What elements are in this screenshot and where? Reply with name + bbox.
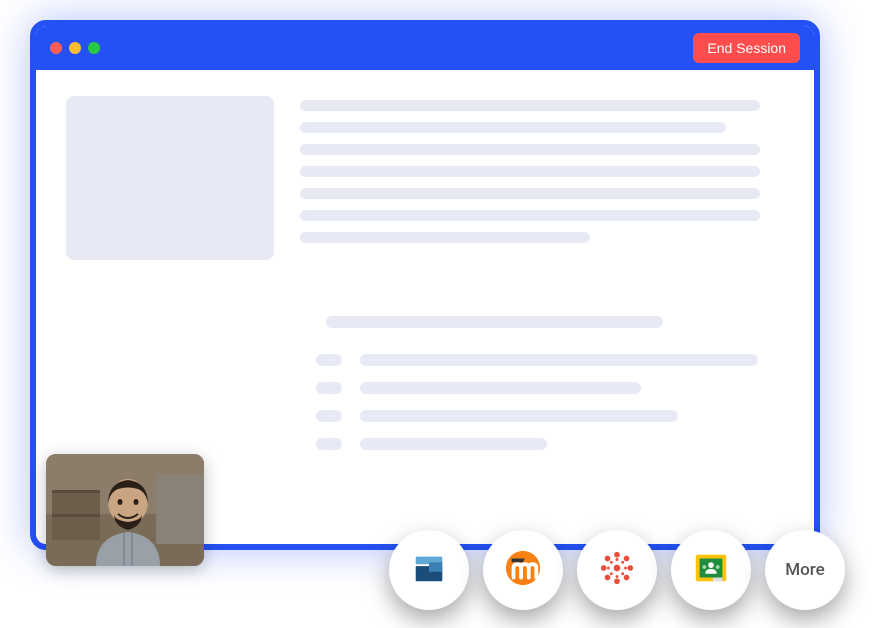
integration-google-classroom[interactable] bbox=[671, 530, 751, 610]
placeholder-line bbox=[360, 410, 678, 422]
bullet-placeholder bbox=[316, 438, 342, 450]
google-classroom-icon bbox=[692, 549, 730, 591]
placeholder-line bbox=[300, 166, 760, 177]
placeholder-line bbox=[300, 144, 760, 155]
schoology-icon bbox=[410, 549, 448, 591]
window-controls bbox=[50, 42, 100, 54]
integration-canvas[interactable] bbox=[577, 530, 657, 610]
placeholder-line bbox=[300, 188, 760, 199]
end-session-button[interactable]: End Session bbox=[693, 33, 800, 63]
moodle-icon bbox=[504, 549, 542, 591]
list-item bbox=[316, 382, 784, 394]
content-thumbnail-placeholder bbox=[66, 96, 274, 260]
integration-moodle[interactable] bbox=[483, 530, 563, 610]
more-label: More bbox=[785, 560, 824, 580]
content-text-placeholder bbox=[300, 96, 784, 260]
integration-schoology[interactable] bbox=[389, 530, 469, 610]
list-item bbox=[316, 410, 784, 422]
minimize-window-button[interactable] bbox=[69, 42, 81, 54]
list-item bbox=[316, 438, 784, 450]
canvas-icon bbox=[598, 549, 636, 591]
placeholder-line bbox=[300, 122, 726, 133]
content-top bbox=[36, 70, 814, 286]
section-title-placeholder bbox=[326, 316, 663, 328]
placeholder-line bbox=[300, 232, 590, 243]
maximize-window-button[interactable] bbox=[88, 42, 100, 54]
placeholder-line bbox=[360, 382, 641, 394]
close-window-button[interactable] bbox=[50, 42, 62, 54]
list-item bbox=[316, 354, 784, 366]
integration-row: More bbox=[389, 530, 845, 610]
bullet-placeholder bbox=[316, 354, 342, 366]
integration-more-button[interactable]: More bbox=[765, 530, 845, 610]
placeholder-line bbox=[360, 438, 547, 450]
titlebar: End Session bbox=[36, 26, 814, 70]
placeholder-line bbox=[300, 210, 760, 221]
placeholder-line bbox=[360, 354, 758, 366]
webcam-video-pip[interactable] bbox=[46, 454, 204, 566]
content-lower bbox=[36, 286, 814, 450]
bullet-placeholder bbox=[316, 410, 342, 422]
placeholder-line bbox=[300, 100, 760, 111]
bullet-placeholder bbox=[316, 382, 342, 394]
